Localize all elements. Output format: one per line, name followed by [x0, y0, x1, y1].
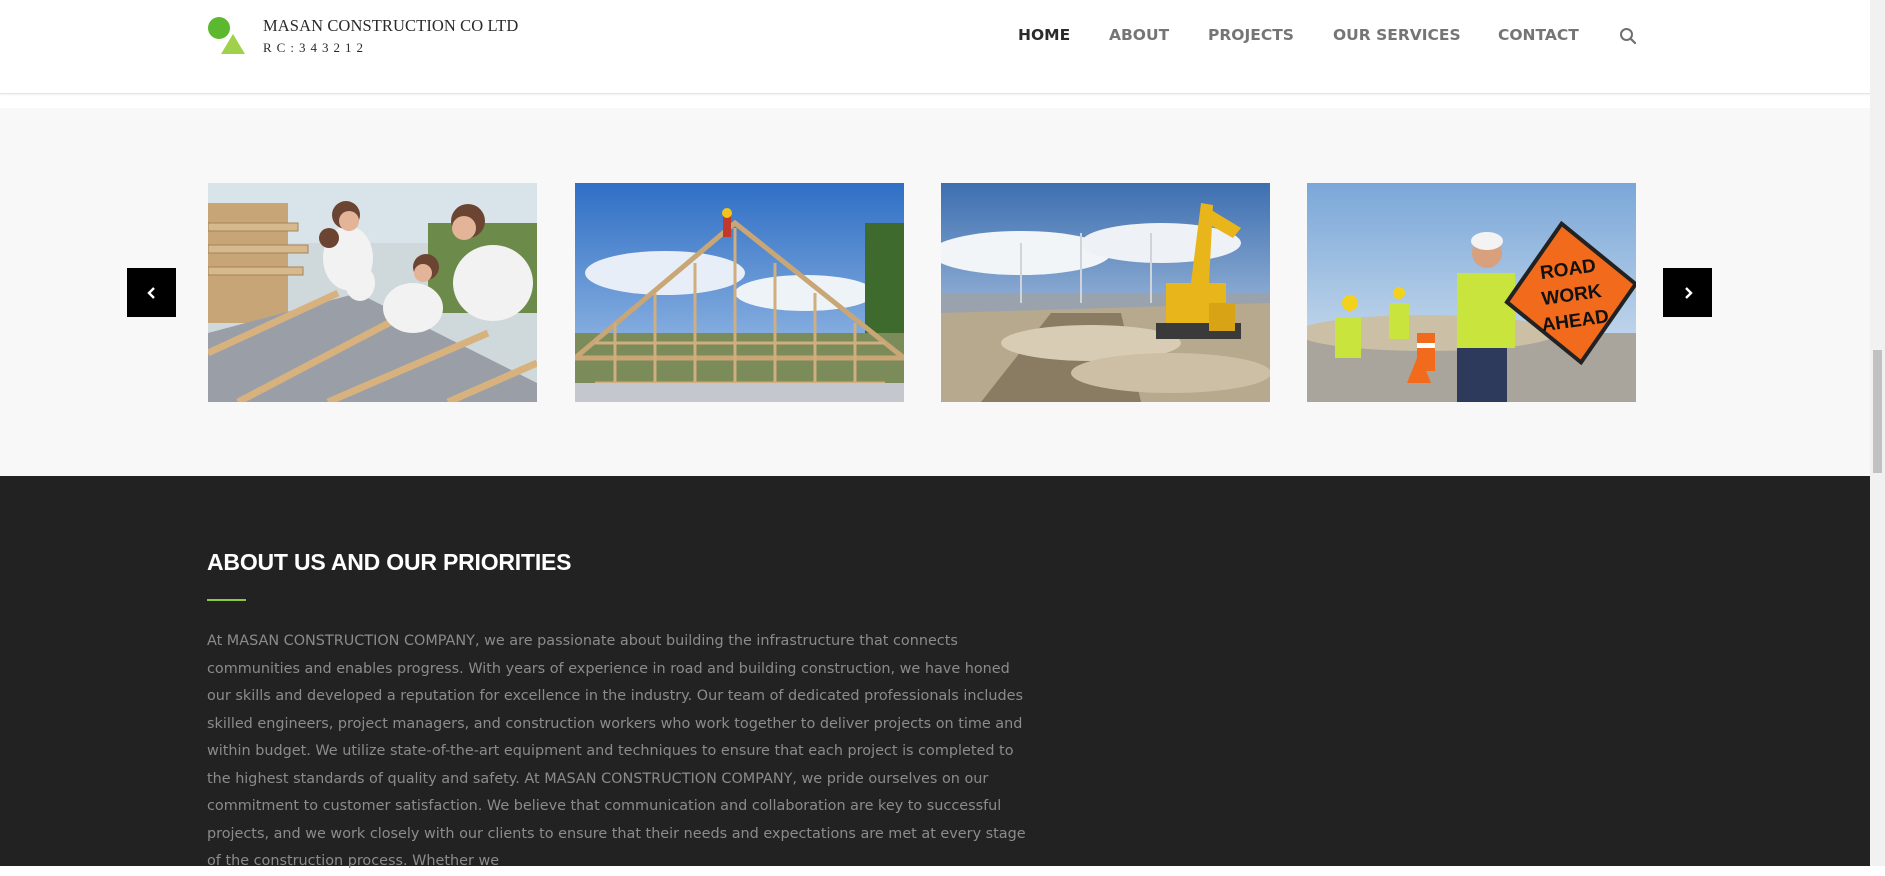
gallery-next-button[interactable] — [1663, 268, 1712, 317]
site-header: MASAN CONSTRUCTION CO LTD RC:343212 HOME… — [0, 0, 1870, 94]
brand-registration: RC:343212 — [263, 40, 368, 55]
gallery-image-4[interactable]: ROAD WORK AHEAD — [1307, 183, 1636, 402]
about-title: ABOUT US AND OUR PRIORITIES — [207, 549, 572, 575]
nav-contact[interactable]: CONTACT — [1498, 26, 1579, 44]
brand-title: MASAN CONSTRUCTION CO LTD — [263, 16, 519, 35]
brand-logo[interactable]: MASAN CONSTRUCTION CO LTD RC:343212 — [207, 16, 537, 62]
title-underline — [207, 599, 246, 601]
logo-mark-icon — [208, 17, 245, 54]
gallery-prev-button[interactable] — [127, 268, 176, 317]
nav-our-services[interactable]: OUR SERVICES — [1333, 26, 1461, 44]
road-work-ahead-sign-image: ROAD WORK AHEAD — [1307, 183, 1636, 402]
house-timber-framing-image — [575, 183, 904, 402]
gallery-image-2[interactable] — [575, 183, 904, 402]
project-gallery: ROAD WORK AHEAD — [0, 108, 1870, 476]
page-scrollbar[interactable] — [1870, 0, 1885, 866]
nav-projects[interactable]: PROJECTS — [1208, 26, 1294, 44]
search-icon[interactable] — [1619, 27, 1637, 45]
nav-home[interactable]: HOME — [1018, 26, 1070, 44]
gallery-image-3[interactable] — [941, 183, 1270, 402]
nav-about[interactable]: ABOUT — [1109, 26, 1169, 44]
chevron-left-icon — [146, 286, 155, 299]
about-body: At MASAN CONSTRUCTION COMPANY, we are pa… — [207, 633, 1026, 869]
workers-building-wood-frame-image — [208, 183, 537, 402]
about-section: ABOUT US AND OUR PRIORITIES At MASAN CON… — [0, 476, 1870, 869]
scrollbar-thumb[interactable] — [1873, 350, 1882, 473]
excavator-roadworks-image — [941, 183, 1270, 402]
chevron-right-icon — [1684, 286, 1693, 299]
gallery-image-1[interactable] — [208, 183, 537, 402]
